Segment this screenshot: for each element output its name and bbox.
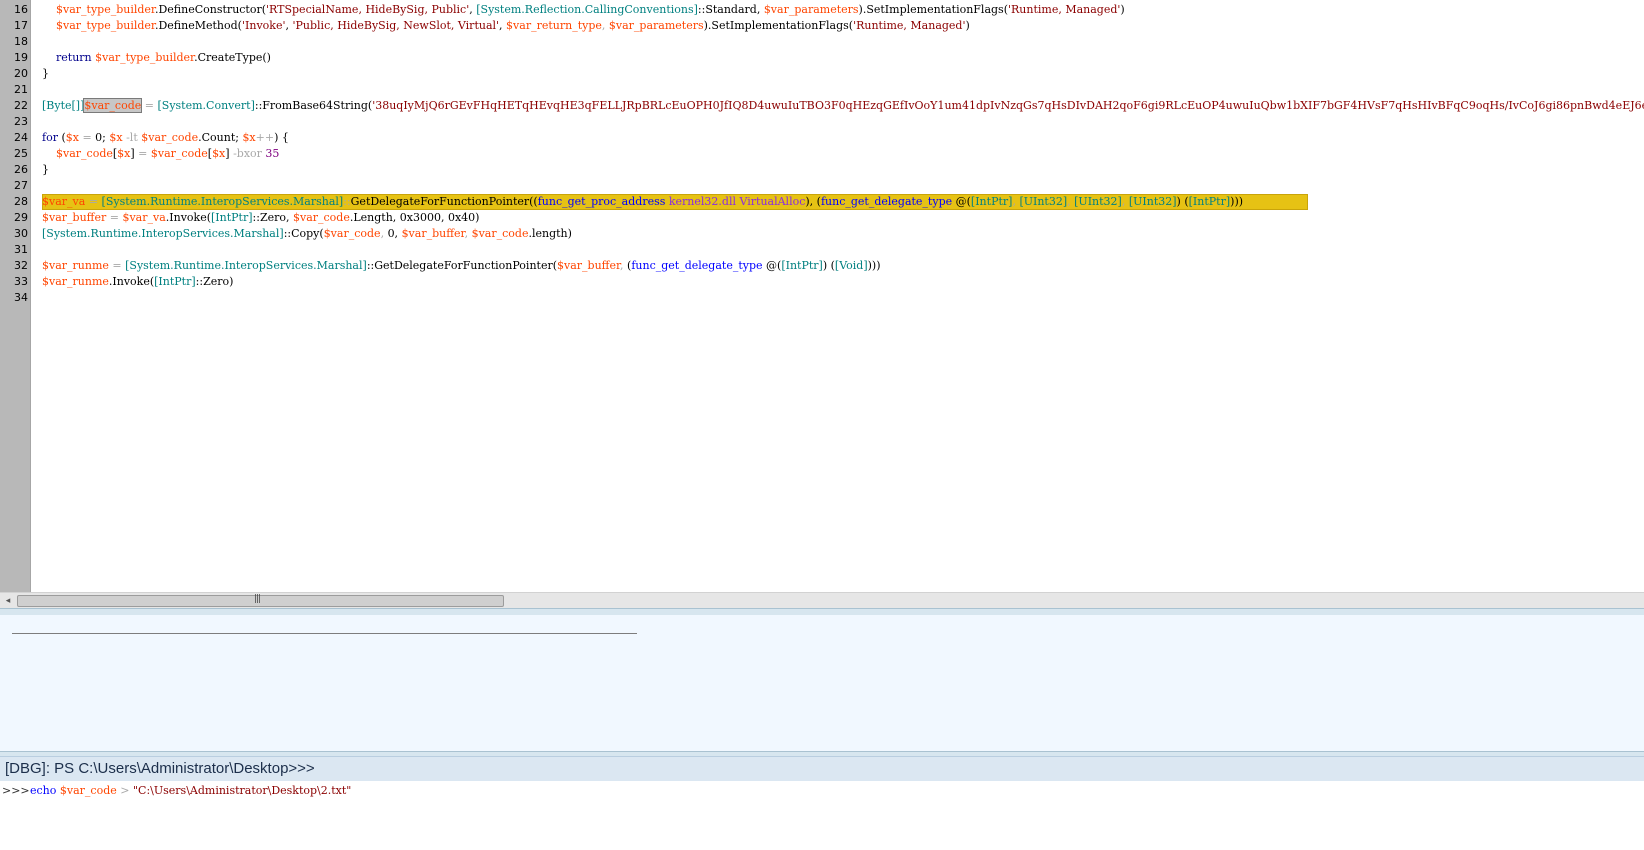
line-number: 30	[14, 227, 28, 240]
code-text[interactable]: [System.Runtime.InteropServices.Marshal]…	[42, 226, 572, 242]
code-line[interactable]: 29 $var_buffer = $var_va.Invoke([IntPtr]:…	[0, 210, 1644, 226]
line-number: 19	[14, 51, 28, 64]
scroll-left-icon[interactable]: ◂	[2, 595, 14, 607]
line-number: 31	[14, 243, 28, 256]
code-lines[interactable]: 16 $var_type_builder.DefineConstructor('…	[0, 2, 1644, 306]
code-text[interactable]: $var_va = [System.Runtime.InteropService…	[42, 194, 1243, 210]
code-line[interactable]: 28 $var_va = [System.Runtime.InteropServi…	[0, 194, 1644, 210]
command-input[interactable]: >>> echo $var_code > "C:\Users\Administr…	[0, 781, 1644, 850]
line-number: 32	[14, 259, 28, 272]
code-line[interactable]: 23	[0, 114, 1644, 130]
console-prompt: [DBG]: PS C:\Users\Administrator\Desktop…	[5, 760, 315, 777]
line-number: 24	[14, 131, 28, 144]
output-pane[interactable]	[0, 615, 1644, 751]
line-number: 18	[14, 35, 28, 48]
code-line[interactable]: 31	[0, 242, 1644, 258]
code-line[interactable]: 25 $var_code[$x] = $var_code[$x] -bxor 3…	[0, 146, 1644, 162]
code-line[interactable]: 21	[0, 82, 1644, 98]
line-number: 22	[14, 99, 28, 112]
scrollbar-thumb[interactable]: |||	[17, 594, 504, 607]
line-number: 16	[14, 3, 28, 16]
code-text[interactable]: $var_runme = [System.Runtime.InteropServ…	[42, 258, 881, 274]
line-number: 25	[14, 147, 28, 160]
code-line[interactable]: 19 return $var_type_builder.CreateType()	[0, 50, 1644, 66]
code-text[interactable]: }	[42, 66, 49, 82]
line-number: 29	[14, 211, 28, 224]
line-number: 26	[14, 163, 28, 176]
code-line[interactable]: 26}	[0, 162, 1644, 178]
code-line[interactable]: 22 [Byte[]]$var_code = [System.Convert]::…	[0, 98, 1644, 114]
grip-icon: |||	[254, 594, 261, 604]
code-line[interactable]: 33 $var_runme.Invoke([IntPtr]::Zero)	[0, 274, 1644, 290]
line-number: 34	[14, 291, 28, 304]
code-text[interactable]: for ($x = 0; $x -lt $var_code.Count; $x+…	[42, 130, 289, 146]
code-line[interactable]: 27	[0, 178, 1644, 194]
code-line[interactable]: 24 for ($x = 0; $x -lt $var_code.Count; $…	[0, 130, 1644, 146]
code-line[interactable]: 20}	[0, 66, 1644, 82]
code-text[interactable]: [Byte[]]$var_code = [System.Convert]::Fr…	[42, 98, 1644, 114]
code-text[interactable]: $var_type_builder.DefineConstructor('RTS…	[42, 2, 1125, 18]
console-prompt-bar: [DBG]: PS C:\Users\Administrator\Desktop…	[0, 756, 1644, 782]
command-text[interactable]: echo $var_code > "C:\Users\Administrator…	[30, 784, 351, 797]
line-number: 17	[14, 19, 28, 32]
line-number: 21	[14, 83, 28, 96]
output-divider	[12, 633, 637, 634]
code-text[interactable]: }	[42, 162, 49, 178]
line-number: 23	[14, 115, 28, 128]
code-text[interactable]: return $var_type_builder.CreateType()	[42, 50, 271, 66]
line-number: 27	[14, 179, 28, 192]
line-number: 20	[14, 67, 28, 80]
code-line[interactable]: 18	[0, 34, 1644, 50]
code-text[interactable]: $var_code[$x] = $var_code[$x] -bxor 35	[42, 146, 279, 162]
input-prefix: >>>	[2, 784, 30, 797]
horizontal-scrollbar[interactable]: ◂ |||	[0, 592, 1644, 609]
code-line[interactable]: 32 $var_runme = [System.Runtime.InteropSe…	[0, 258, 1644, 274]
code-text[interactable]: $var_type_builder.DefineMethod('Invoke',…	[42, 18, 970, 34]
code-text[interactable]: $var_buffer = $var_va.Invoke([IntPtr]::Z…	[42, 210, 479, 226]
code-text[interactable]: $var_runme.Invoke([IntPtr]::Zero)	[42, 274, 233, 290]
line-number: 28	[14, 195, 28, 208]
code-line[interactable]: 17 $var_type_builder.DefineMethod('Invok…	[0, 18, 1644, 34]
code-line[interactable]: 16 $var_type_builder.DefineConstructor('…	[0, 2, 1644, 18]
line-number: 33	[14, 275, 28, 288]
code-line[interactable]: 30 [System.Runtime.InteropServices.Marsha…	[0, 226, 1644, 242]
code-line[interactable]: 34	[0, 290, 1644, 306]
script-editor[interactable]: 16 $var_type_builder.DefineConstructor('…	[0, 0, 1644, 592]
